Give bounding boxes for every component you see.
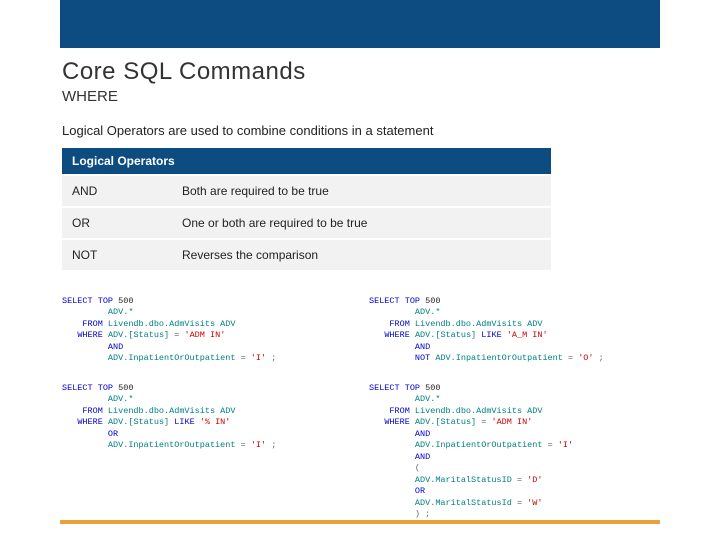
operators-table: Logical Operators AND Both are required … bbox=[62, 146, 551, 272]
sql-example-or: SELECT TOP 500 ADV.* FROM Livendb.dbo.Ad… bbox=[62, 383, 351, 452]
desc-cell: One or both are required to be true bbox=[172, 208, 551, 238]
page-subtitle: WHERE bbox=[62, 88, 658, 105]
footer-accent-bar bbox=[60, 520, 660, 524]
content-area: Core SQL Commands WHERE Logical Operator… bbox=[62, 58, 658, 516]
sql-example-combined: SELECT TOP 500 ADV.* FROM Livendb.dbo.Ad… bbox=[369, 383, 658, 521]
lead-text: Logical Operators are used to combine co… bbox=[62, 123, 658, 138]
code-left-column: SELECT TOP 500 ADV.* FROM Livendb.dbo.Ad… bbox=[62, 296, 351, 538]
table-row: NOT Reverses the comparison bbox=[62, 240, 551, 270]
table-row: OR One or both are required to be true bbox=[62, 208, 551, 238]
op-cell: OR bbox=[62, 208, 172, 238]
desc-cell: Both are required to be true bbox=[172, 176, 551, 206]
table-header-row: Logical Operators bbox=[62, 148, 551, 174]
table-header: Logical Operators bbox=[62, 148, 551, 174]
table-row: AND Both are required to be true bbox=[62, 176, 551, 206]
op-cell: AND bbox=[62, 176, 172, 206]
slide: Core SQL Commands WHERE Logical Operator… bbox=[0, 0, 720, 540]
title-bar bbox=[60, 0, 660, 48]
op-cell: NOT bbox=[62, 240, 172, 270]
sql-example-not: SELECT TOP 500 ADV.* FROM Livendb.dbo.Ad… bbox=[369, 296, 658, 365]
code-right-column: SELECT TOP 500 ADV.* FROM Livendb.dbo.Ad… bbox=[369, 296, 658, 538]
desc-cell: Reverses the comparison bbox=[172, 240, 551, 270]
code-area: SELECT TOP 500 ADV.* FROM Livendb.dbo.Ad… bbox=[62, 296, 658, 538]
page-title: Core SQL Commands bbox=[62, 58, 658, 86]
sql-example-and: SELECT TOP 500 ADV.* FROM Livendb.dbo.Ad… bbox=[62, 296, 351, 365]
